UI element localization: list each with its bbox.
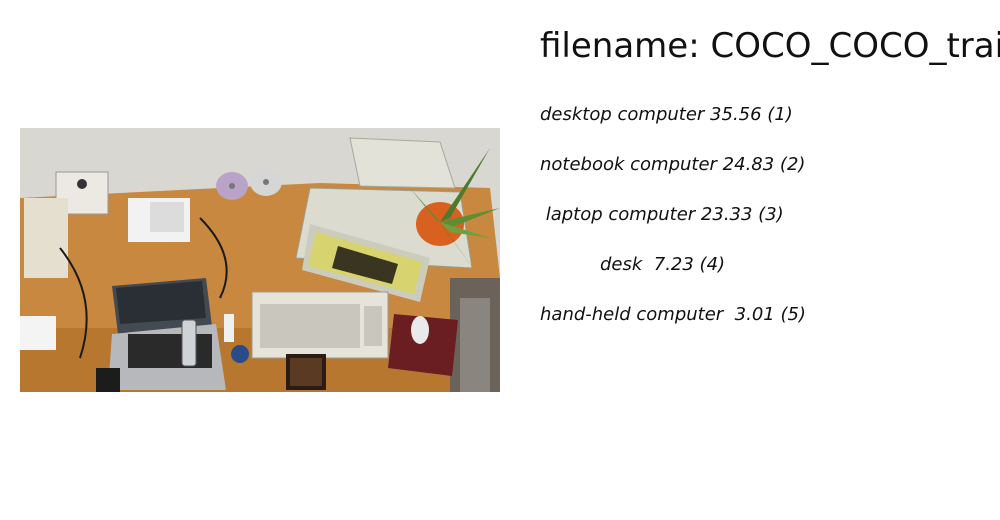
filename-title: filename: COCO_COCO_train	[540, 26, 1000, 66]
prediction-item: hand-held computer 3.01 (5)	[540, 304, 806, 325]
prediction-item: desk 7.23 (4)	[600, 254, 726, 275]
desk-photo	[20, 128, 500, 392]
prediction-item: desktop computer 35.56 (1)	[540, 104, 793, 125]
desk-photo-image	[20, 128, 500, 392]
page: filename: COCO_COCO_train desktop comput…	[0, 0, 1000, 520]
prediction-list: desktop computer 35.56 (1) notebook compu…	[540, 100, 1000, 350]
prediction-item: notebook computer 24.83 (2)	[540, 154, 806, 175]
prediction-item: laptop computer 23.33 (3)	[540, 204, 784, 225]
